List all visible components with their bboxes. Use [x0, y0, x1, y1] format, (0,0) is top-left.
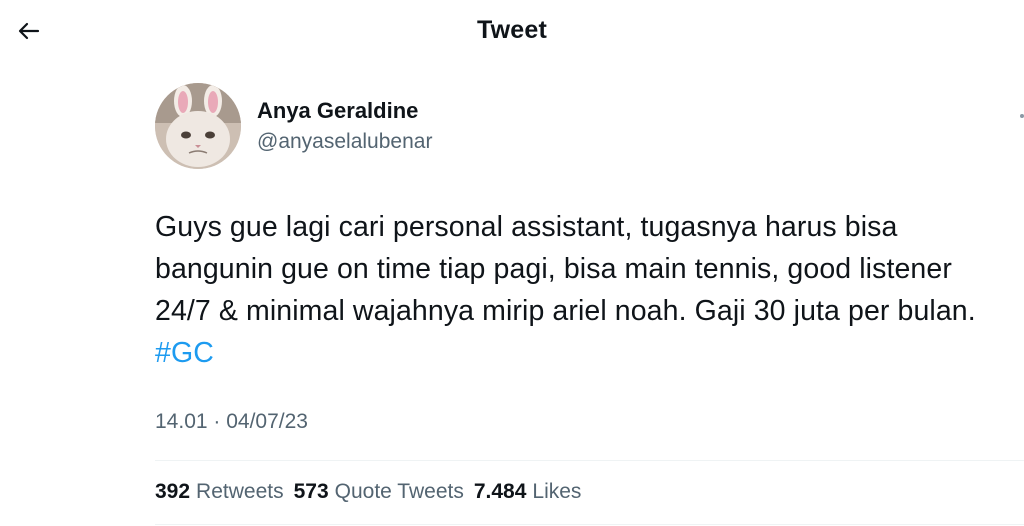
more-options-button[interactable]	[1000, 104, 1024, 128]
tweet-text: Guys gue lagi cari personal assistant, t…	[155, 206, 995, 374]
likes-label: Likes	[532, 480, 582, 503]
likes-count: 7.484	[473, 480, 527, 503]
quote-tweets-label: Quote Tweets	[334, 480, 464, 503]
retweets-label: Retweets	[196, 480, 284, 503]
page-title: Tweet	[477, 16, 547, 44]
author-handle[interactable]: @anyaselalubenar	[257, 130, 432, 154]
divider	[155, 460, 1024, 461]
quote-tweets-count: 573	[293, 480, 329, 503]
more-dots-icon	[1020, 114, 1024, 118]
avatar[interactable]	[155, 83, 241, 169]
avatar-image	[155, 83, 241, 169]
tweet-body: Guys gue lagi cari personal assistant, t…	[155, 211, 976, 327]
tweet-stats: 392 Retweets 573 Quote Tweets 7.484 Like…	[155, 480, 581, 504]
quote-tweets-stat[interactable]: 573 Quote Tweets	[294, 480, 464, 504]
hashtag-link[interactable]: #GC	[155, 337, 214, 369]
retweets-count: 392	[155, 480, 191, 503]
tweet-timestamp[interactable]: 14.01 · 04/07/23	[155, 410, 308, 434]
retweets-stat[interactable]: 392 Retweets	[155, 480, 284, 504]
tweet-detail-page: Tweet Anya Geraldine @anyaselalubenar Gu…	[0, 0, 1024, 526]
likes-stat[interactable]: 7.484 Likes	[474, 480, 582, 504]
divider	[155, 524, 1024, 525]
author-name[interactable]: Anya Geraldine	[257, 98, 418, 124]
